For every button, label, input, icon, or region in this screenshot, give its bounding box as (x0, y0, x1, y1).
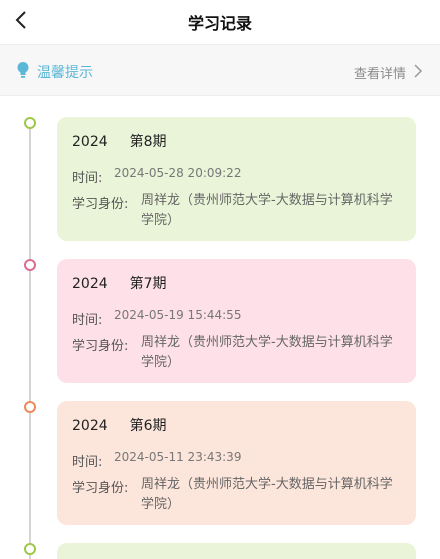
record-year: 2024 (72, 134, 108, 150)
record-card[interactable]: 2024 第7期 时间: 2024-05-19 15:44:55 学习身份: 周祥… (57, 259, 416, 383)
identity-value: 周祥龙（贵州师范大学-大数据与计算机科学学院） (141, 335, 393, 370)
identity-label: 学习身份: (72, 197, 129, 212)
view-details-link[interactable]: 查看详情 (354, 63, 406, 82)
record-header: 2024 第7期 (72, 273, 167, 293)
tip-label[interactable]: 温馨提示 (37, 62, 93, 82)
time-label: 时间: (72, 455, 103, 470)
record-time: 2024-05-28 20:09:22 (114, 166, 242, 180)
identity-value: 周祥龙（贵州师范大学-大数据与计算机科学学院） (141, 477, 393, 512)
record-header: 2024 第8期 (72, 131, 167, 151)
time-label: 时间: (72, 313, 103, 328)
record-period: 第6期 (129, 418, 167, 434)
identity-value: 周祥龙（贵州师范大学-大数据与计算机科学学院） (141, 193, 393, 228)
timeline-line (29, 123, 31, 559)
chevron-right-icon[interactable] (412, 63, 424, 79)
record-time: 2024-05-19 15:44:55 (114, 308, 242, 322)
timeline: 2024 第8期 时间: 2024-05-28 20:09:22 学习身份: 周祥… (0, 97, 440, 559)
timeline-dot (24, 259, 36, 271)
record-year: 2024 (72, 276, 108, 292)
tip-bar[interactable]: 温馨提示 查看详情 (0, 44, 440, 96)
timeline-dot (24, 117, 36, 129)
record-period: 第8期 (129, 134, 167, 150)
record-card[interactable]: 2024 第8期 时间: 2024-05-28 20:09:22 学习身份: 周祥… (57, 117, 416, 241)
record-card[interactable]: 2024 第6期 时间: 2024-05-11 23:43:39 学习身份: 周祥… (57, 401, 416, 525)
timeline-dot (24, 543, 36, 555)
timeline-dot (24, 401, 36, 413)
time-label: 时间: (72, 171, 103, 186)
identity-label: 学习身份: (72, 339, 129, 354)
page-title: 学习记录 (187, 14, 252, 33)
record-year: 2024 (72, 418, 108, 434)
lightbulb-icon (17, 62, 29, 78)
record-time: 2024-05-11 23:43:39 (114, 450, 242, 464)
record-period: 第7期 (129, 276, 167, 292)
record-card[interactable] (57, 543, 416, 559)
identity-label: 学习身份: (72, 481, 129, 496)
record-header: 2024 第6期 (72, 415, 167, 435)
nav-bar: 学习记录 (0, 0, 440, 44)
